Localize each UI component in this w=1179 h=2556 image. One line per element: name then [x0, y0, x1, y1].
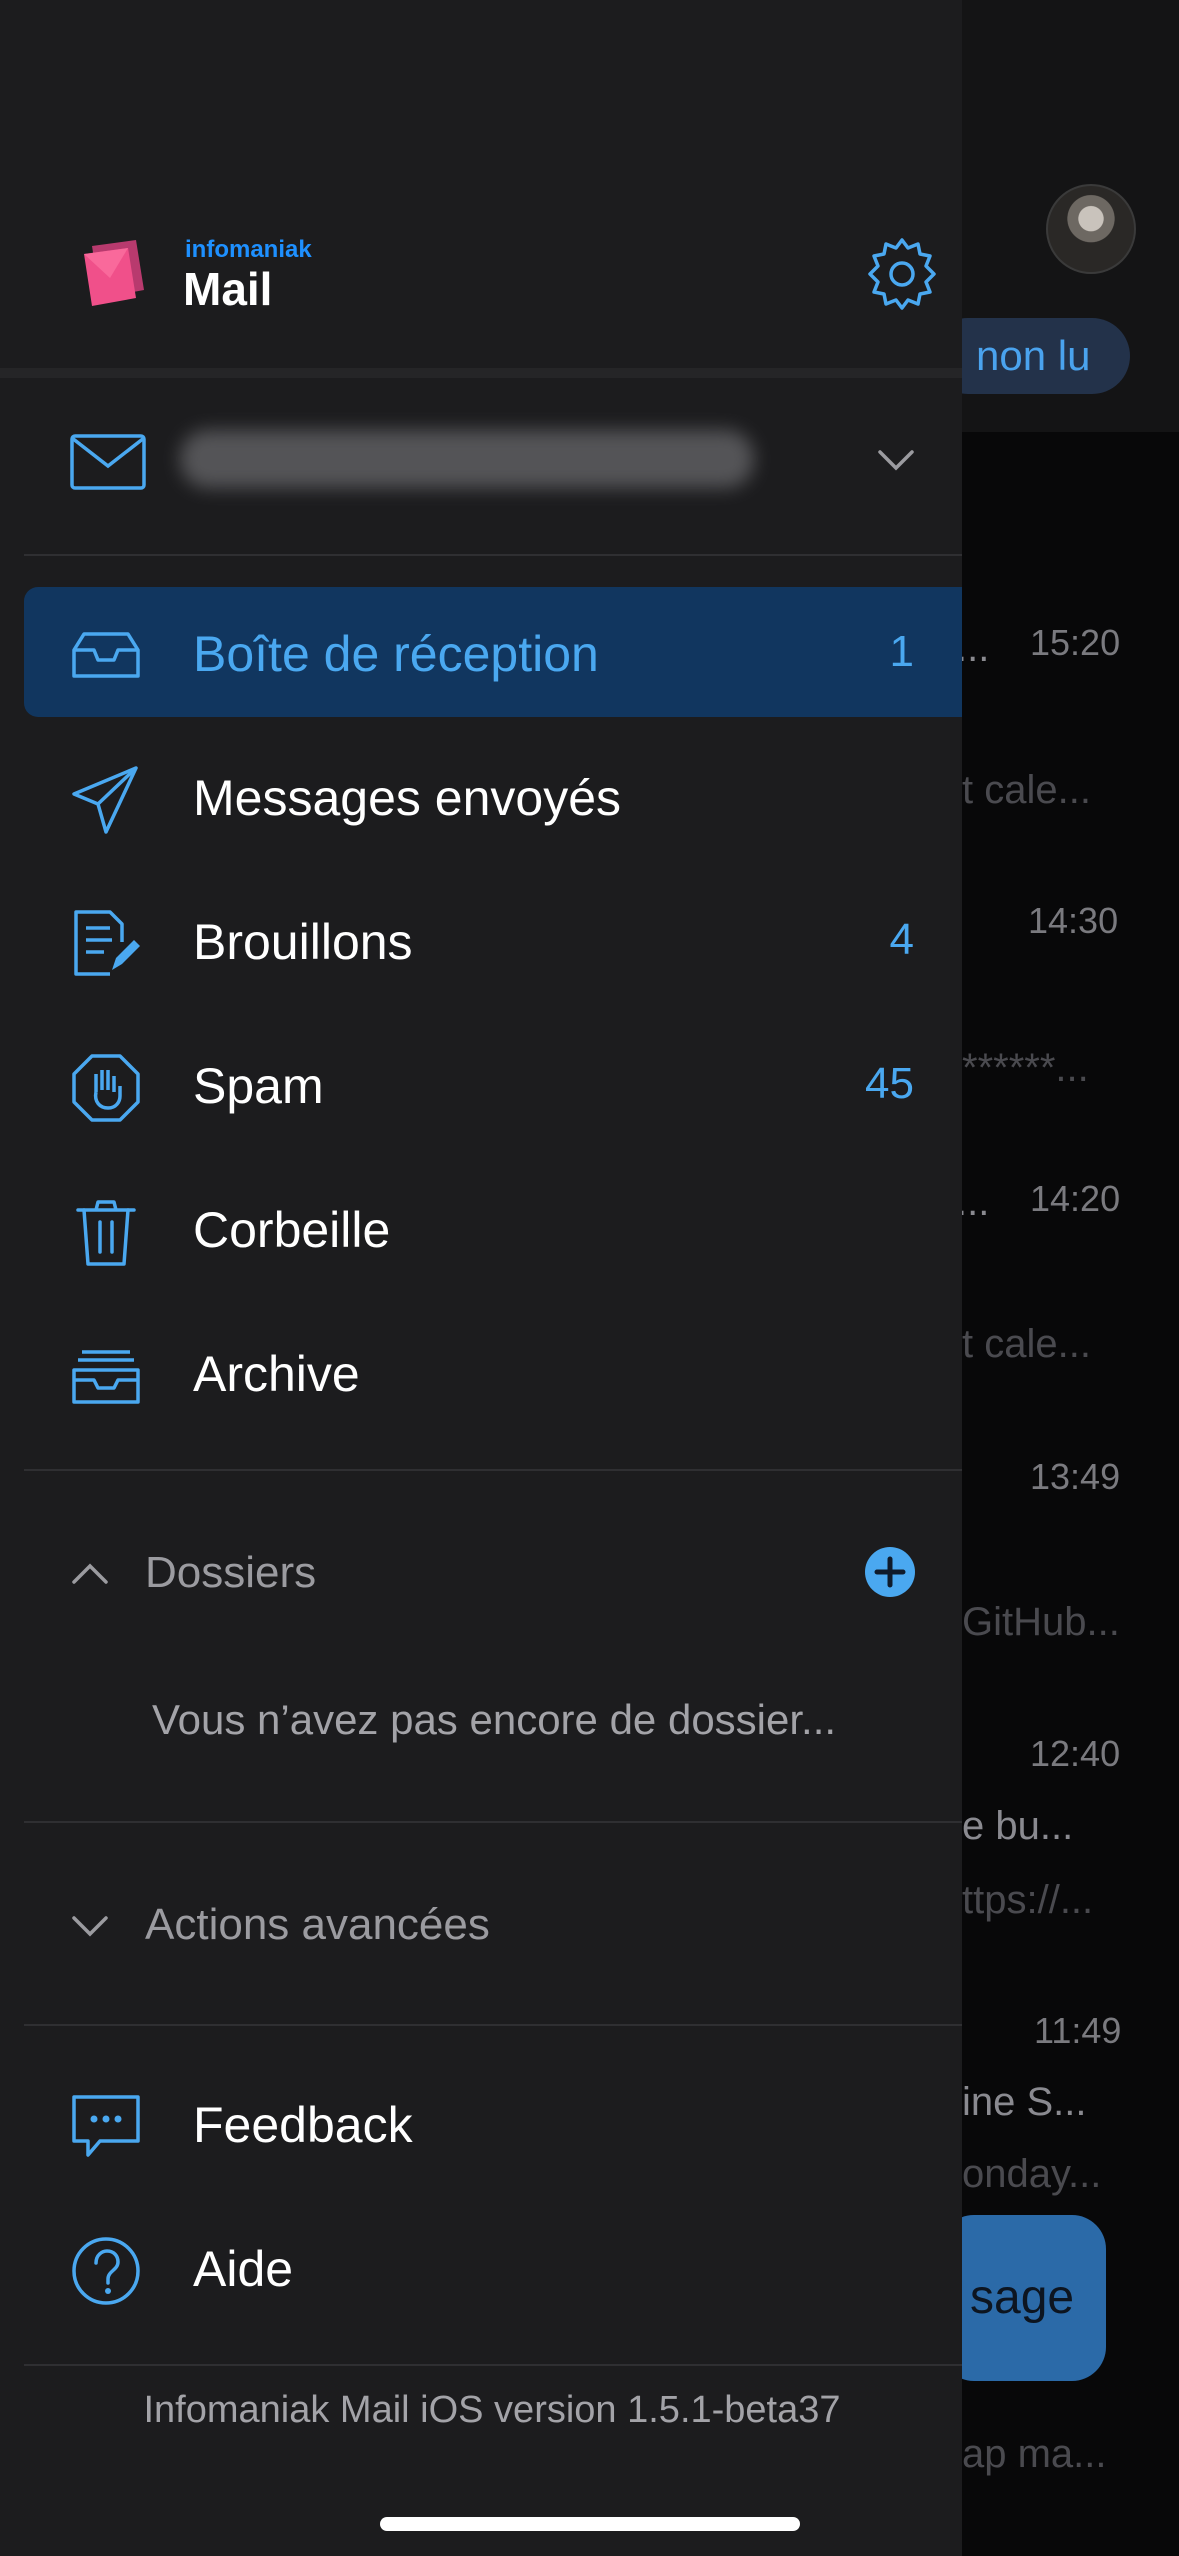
message-preview: ap ma...	[962, 2432, 1107, 2476]
feedback-label: Feedback	[193, 2097, 413, 2153]
message-time: 11:49	[1034, 2010, 1122, 2051]
chevron-up-icon	[72, 1563, 108, 1584]
folder-label: Boîte de réception	[193, 626, 599, 682]
folder-spam[interactable]: Spam 45	[24, 1019, 962, 1149]
paper-plane-icon	[72, 766, 138, 834]
advanced-actions-label: Actions avancées	[145, 1900, 490, 1949]
message-time: 12:40	[1030, 1733, 1121, 1774]
account-email	[180, 430, 754, 488]
message-time: 13:49	[1030, 1456, 1121, 1497]
message-preview: t cale...	[962, 768, 1091, 812]
no-folders-message: Vous n’avez pas encore de dossier...	[151, 1696, 837, 1743]
help-label: Aide	[193, 2241, 294, 2297]
infomaniak-mail-logo	[84, 240, 144, 306]
divider	[24, 2024, 962, 2026]
side-menu-drawer: infomaniak Mail Boîte de réception 1 Mes…	[0, 0, 962, 2556]
folder-sent[interactable]: Messages envoyés	[24, 731, 962, 861]
brand-product: Mail	[183, 263, 273, 315]
chevron-down-icon	[72, 1916, 108, 1937]
new-message-button[interactable]: sage	[940, 2215, 1106, 2381]
feedback-item[interactable]: Feedback	[24, 2058, 962, 2188]
folder-label: Messages envoyés	[193, 770, 622, 826]
message-preview: ine S...	[962, 2080, 1087, 2124]
folder-trash[interactable]: Corbeille	[24, 1163, 962, 1293]
message-preview: e bu...	[962, 1804, 1074, 1848]
question-circle-icon	[72, 2237, 140, 2305]
message-preview: onday...	[962, 2152, 1102, 2196]
message-preview: GitHub...	[962, 1600, 1120, 1644]
folder-label: Archive	[193, 1346, 360, 1402]
home-indicator[interactable]	[380, 2517, 800, 2531]
divider	[24, 1469, 962, 1471]
message-time: 15:20	[1030, 622, 1121, 663]
chat-bubble-icon	[72, 2095, 140, 2157]
message-time: 14:20	[1030, 1178, 1121, 1219]
folder-label: Corbeille	[193, 1202, 391, 1258]
avatar[interactable]	[1046, 184, 1136, 274]
unread-count-badge: 4	[889, 915, 914, 964]
message-preview: ttps://...	[962, 1878, 1094, 1922]
custom-folders-label: Dossiers	[145, 1548, 317, 1597]
folder-archive[interactable]: Archive	[24, 1307, 962, 1437]
folder-label: Spam	[193, 1058, 324, 1114]
folder-drafts[interactable]: Brouillons 4	[24, 875, 962, 1005]
chevron-down-icon[interactable]	[876, 440, 916, 480]
brand-company: infomaniak	[185, 236, 312, 263]
message-time: 14:30	[1028, 900, 1119, 941]
message-preview: ******...	[962, 1046, 1089, 1090]
account-switcher[interactable]	[0, 410, 962, 510]
draft-pencil-icon	[74, 910, 140, 976]
folder-inbox[interactable]: Boîte de réception 1	[24, 587, 962, 717]
hand-stop-icon	[72, 1054, 140, 1122]
inbox-tray-icon	[72, 632, 140, 678]
folder-label: Brouillons	[193, 914, 413, 970]
archive-icon	[72, 1350, 140, 1404]
help-item[interactable]: Aide	[24, 2202, 962, 2332]
divider	[24, 2364, 962, 2366]
app-version: Infomaniak Mail iOS version 1.5.1-beta37	[143, 2389, 841, 2431]
envelope-icon	[70, 434, 146, 490]
unread-count-badge: 45	[865, 1059, 914, 1108]
unread-count-badge: 1	[889, 627, 914, 676]
divider	[24, 1821, 962, 1823]
message-preview: t cale...	[962, 1322, 1091, 1366]
trash-icon	[76, 1200, 136, 1266]
custom-folders-section[interactable]: Dossiers	[24, 1522, 962, 1622]
divider	[24, 554, 962, 556]
add-folder-button[interactable]	[864, 1546, 916, 1598]
gear-icon[interactable]	[862, 234, 942, 314]
header-divider	[0, 368, 962, 378]
advanced-actions-section[interactable]: Actions avancées	[24, 1874, 962, 1974]
